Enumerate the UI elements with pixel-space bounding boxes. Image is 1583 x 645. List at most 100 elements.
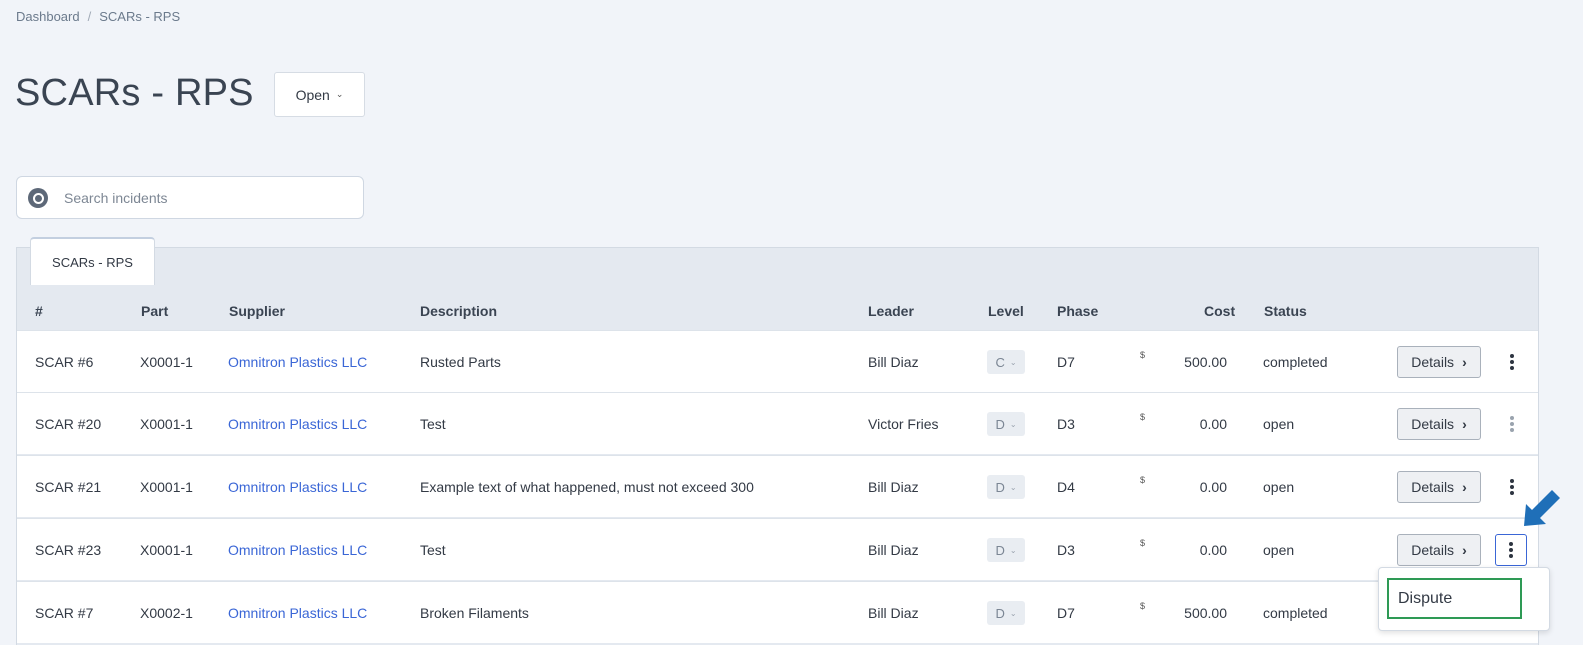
chevron-down-icon: ⌄ (1009, 357, 1017, 367)
search-box (16, 176, 364, 219)
table-row: SCAR #20 X0001-1 Omnitron Plastics LLC T… (17, 392, 1538, 454)
currency-symbol: $ (1140, 350, 1146, 360)
breadcrumb-separator: / (87, 9, 92, 24)
scar-number: SCAR #7 (35, 605, 94, 621)
cost: 500.00 (1184, 354, 1227, 370)
details-button[interactable]: Details › (1397, 346, 1481, 378)
scar-number: SCAR #21 (35, 479, 102, 495)
leader: Bill Diaz (868, 605, 919, 621)
breadcrumb: Dashboard / SCARs - RPS (16, 9, 180, 24)
part-number: X0001-1 (140, 542, 193, 558)
table-header: # Part Supplier Description Leader Level… (17, 292, 1538, 330)
leader: Bill Diaz (868, 542, 919, 558)
phase: D3 (1057, 416, 1075, 432)
breadcrumb-dashboard-link[interactable]: Dashboard (16, 9, 80, 24)
status: open (1263, 542, 1295, 558)
chevron-right-icon: › (1462, 354, 1467, 370)
row-menu-button[interactable] (1496, 408, 1528, 440)
column-header-level: Level (988, 303, 1024, 319)
status: completed (1263, 354, 1328, 370)
scar-number: SCAR #20 (35, 416, 102, 432)
supplier-link[interactable]: Omnitron Plastics LLC (228, 542, 367, 558)
currency-symbol: $ (1140, 412, 1146, 422)
chevron-right-icon: › (1462, 479, 1467, 495)
chevron-right-icon: › (1462, 542, 1467, 558)
column-header-part: Part (141, 303, 169, 319)
column-header-leader: Leader (868, 303, 914, 319)
supplier-link[interactable]: Omnitron Plastics LLC (228, 605, 367, 621)
part-number: X0001-1 (140, 354, 193, 370)
menu-item-dispute[interactable]: Dispute (1387, 578, 1522, 619)
level-value: C (995, 354, 1005, 370)
details-button[interactable]: Details › (1397, 534, 1481, 566)
column-header-cost: Cost (1204, 303, 1236, 319)
chevron-down-icon: ⌄ (1009, 419, 1017, 429)
table-row: SCAR #6 X0001-1 Omnitron Plastics LLC Ru… (17, 330, 1538, 392)
level-select[interactable]: D ⌄ (987, 475, 1025, 499)
level-value: D (995, 542, 1005, 558)
table-row: SCAR #21 X0001-1 Omnitron Plastics LLC E… (17, 455, 1538, 517)
level-select[interactable]: D ⌄ (987, 601, 1025, 625)
table-row: SCAR #7 X0002-1 Omnitron Plastics LLC Br… (17, 581, 1538, 643)
description: Rusted Parts (420, 354, 501, 370)
status: open (1263, 416, 1295, 432)
chevron-down-icon: ⌄ (335, 89, 344, 99)
column-header-status: Status (1264, 303, 1307, 319)
phase: D3 (1057, 542, 1075, 558)
supplier-link[interactable]: Omnitron Plastics LLC (228, 479, 367, 495)
part-number: X0001-1 (140, 416, 193, 432)
cost: 0.00 (1199, 479, 1227, 495)
tab-scars-rps[interactable]: SCARs - RPS (30, 237, 155, 285)
column-header-supplier: Supplier (229, 303, 286, 319)
chevron-right-icon: › (1462, 416, 1467, 432)
details-label: Details (1411, 479, 1455, 495)
supplier-link[interactable]: Omnitron Plastics LLC (228, 416, 367, 432)
details-button[interactable]: Details › (1397, 471, 1481, 503)
search-input[interactable] (64, 189, 344, 206)
level-value: D (995, 416, 1005, 432)
row-menu-button-active[interactable] (1495, 534, 1527, 566)
details-button[interactable]: Details › (1397, 408, 1481, 440)
column-header-description: Description (420, 303, 498, 319)
page-title: SCARs - RPS (15, 72, 254, 114)
leader: Bill Diaz (868, 479, 919, 495)
annotation-arrow-icon (1524, 490, 1560, 526)
level-value: D (995, 605, 1005, 621)
search-icon (28, 187, 48, 208)
leader: Victor Fries (868, 416, 939, 432)
chevron-down-icon: ⌄ (1009, 482, 1017, 492)
level-value: D (995, 479, 1005, 495)
level-select[interactable]: C ⌄ (987, 350, 1025, 374)
scar-number: SCAR #6 (35, 354, 94, 370)
status-filter-value: Open (295, 86, 330, 103)
currency-symbol: $ (1140, 475, 1146, 485)
description: Test (420, 416, 446, 432)
level-select[interactable]: D ⌄ (987, 538, 1025, 562)
breadcrumb-current: SCARs - RPS (99, 9, 181, 24)
details-label: Details (1411, 542, 1455, 558)
phase: D4 (1057, 479, 1075, 495)
description: Broken Filaments (420, 605, 529, 621)
chevron-down-icon: ⌄ (1009, 545, 1017, 555)
level-select[interactable]: D ⌄ (987, 412, 1025, 436)
status: open (1263, 479, 1295, 495)
column-header-number: # (35, 303, 43, 319)
supplier-link[interactable]: Omnitron Plastics LLC (228, 354, 367, 370)
status: completed (1263, 605, 1328, 621)
cost: 0.00 (1199, 416, 1227, 432)
details-label: Details (1411, 416, 1455, 432)
chevron-down-icon: ⌄ (1009, 608, 1017, 618)
cost: 500.00 (1184, 605, 1227, 621)
part-number: X0002-1 (140, 605, 193, 621)
description: Test (420, 542, 446, 558)
part-number: X0001-1 (140, 479, 193, 495)
status-filter-dropdown[interactable]: Open ⌄ (274, 72, 365, 117)
table-row: SCAR #23 X0001-1 Omnitron Plastics LLC T… (17, 518, 1538, 580)
row-action-menu: Dispute (1378, 567, 1550, 631)
row-menu-button[interactable] (1496, 346, 1528, 378)
phase: D7 (1057, 605, 1075, 621)
phase: D7 (1057, 354, 1075, 370)
leader: Bill Diaz (868, 354, 919, 370)
currency-symbol: $ (1140, 601, 1146, 611)
currency-symbol: $ (1140, 538, 1146, 548)
